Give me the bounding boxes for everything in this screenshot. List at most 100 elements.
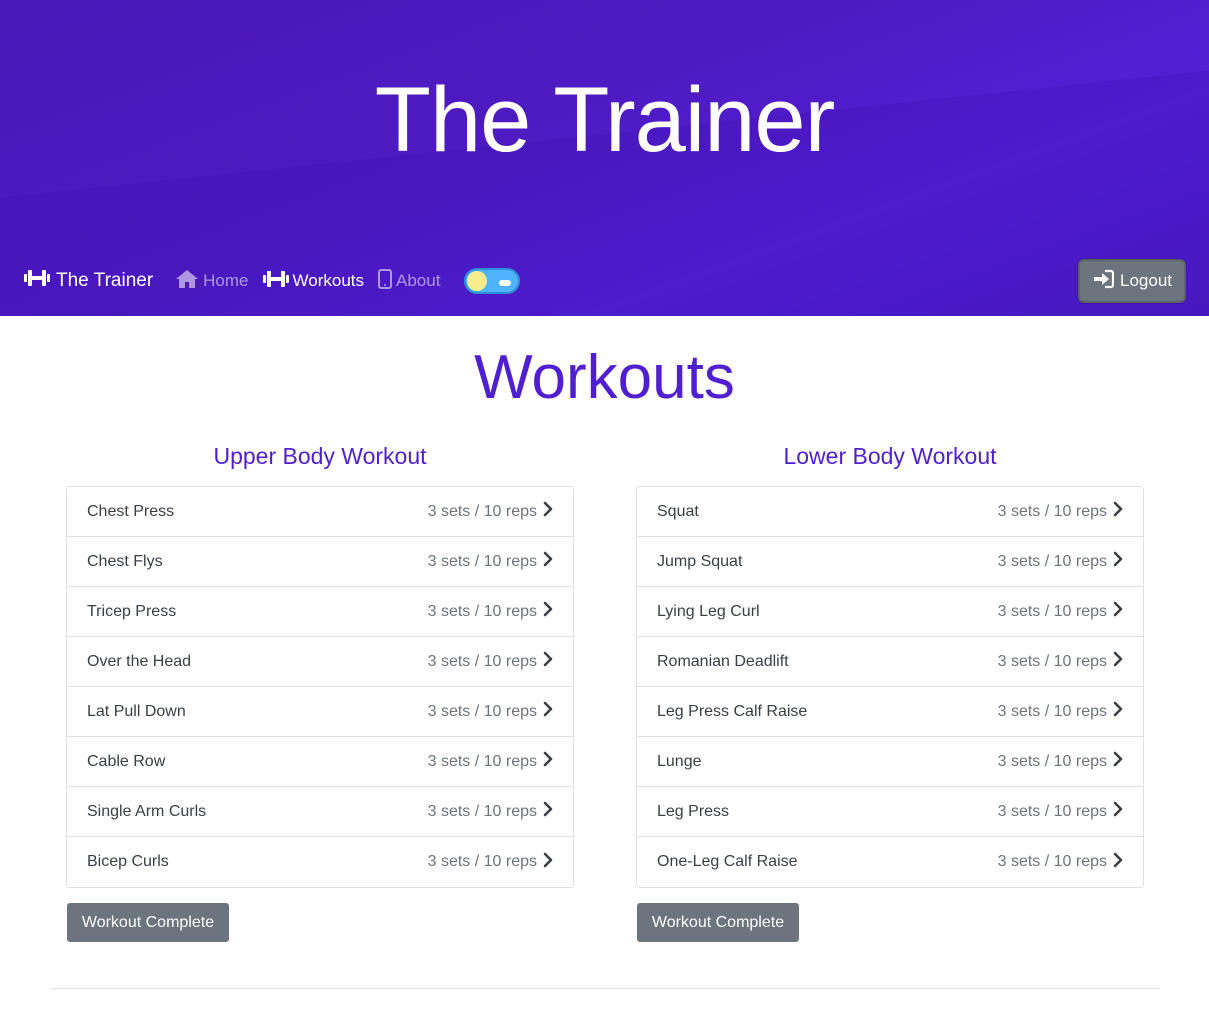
logout-label: Logout bbox=[1120, 271, 1172, 290]
exercise-detail: 3 sets / 10 reps bbox=[427, 502, 537, 520]
page-title: Workouts bbox=[474, 343, 735, 412]
chevron-right-icon bbox=[1113, 601, 1123, 622]
exercise-detail: 3 sets / 10 reps bbox=[997, 702, 1107, 720]
exercise-name: Chest Flys bbox=[87, 552, 163, 570]
exercise-detail: 3 sets / 10 reps bbox=[997, 502, 1107, 520]
exercise-detail: 3 sets / 10 reps bbox=[997, 552, 1107, 570]
list-item[interactable]: Single Arm Curls 3 sets / 10 reps bbox=[67, 787, 573, 837]
exercise-name: Lat Pull Down bbox=[87, 702, 186, 720]
exercise-detail-group: 3 sets / 10 reps bbox=[998, 651, 1123, 672]
exercise-name: Tricep Press bbox=[87, 602, 177, 620]
exercise-detail-group: 3 sets / 10 reps bbox=[998, 501, 1123, 522]
list-item[interactable]: Over the Head 3 sets / 10 reps bbox=[67, 637, 573, 687]
chevron-right-icon bbox=[543, 801, 553, 822]
exercise-detail: 3 sets / 10 reps bbox=[997, 602, 1107, 620]
exercise-detail: 3 sets / 10 reps bbox=[427, 602, 537, 620]
exercise-detail: 3 sets / 10 reps bbox=[427, 853, 537, 870]
list-item[interactable]: Chest Press 3 sets / 10 reps bbox=[67, 487, 573, 537]
exercise-name: Chest Press bbox=[87, 502, 175, 520]
exercise-detail-group: 3 sets / 10 reps bbox=[428, 801, 553, 822]
dumbbell-icon bbox=[24, 268, 50, 294]
exercise-detail-group: 3 sets / 10 reps bbox=[428, 751, 553, 772]
exercise-list: Squat 3 sets / 10 reps Jump Squat 3 sets / … bbox=[636, 486, 1144, 888]
nav-link-label: Workouts bbox=[292, 271, 365, 290]
list-item[interactable]: Chest Flys 3 sets / 10 reps bbox=[67, 537, 573, 587]
footer-divider bbox=[50, 988, 1160, 989]
list-item[interactable]: Jump Squat 3 sets / 10 reps bbox=[637, 537, 1143, 587]
exercise-detail-group: 3 sets / 10 reps bbox=[998, 551, 1123, 572]
exercise-detail: 3 sets / 10 reps bbox=[427, 752, 537, 770]
exercise-detail: 3 sets / 10 reps bbox=[997, 802, 1107, 820]
brand-label: The Trainer bbox=[56, 270, 154, 291]
exercise-detail: 3 sets / 10 reps bbox=[997, 853, 1107, 870]
nav-link-home[interactable]: Home bbox=[175, 269, 249, 294]
exercise-detail: 3 sets / 10 reps bbox=[427, 652, 537, 670]
chevron-right-icon bbox=[543, 701, 553, 722]
navbar-brand[interactable]: The Trainer bbox=[24, 268, 153, 294]
cloud-icon bbox=[499, 280, 512, 286]
workout-card-upper: Upper Body Workout Chest Press 3 sets / 1… bbox=[66, 440, 574, 942]
exercise-detail-group: 3 sets / 10 reps bbox=[428, 701, 553, 722]
hero-banner: The Trainer The Trainer Home Workouts Ab… bbox=[0, 0, 1209, 316]
chevron-right-icon bbox=[543, 601, 553, 622]
chevron-right-icon bbox=[543, 852, 553, 873]
exercise-name: Lying Leg Curl bbox=[657, 602, 760, 620]
list-item[interactable]: Romanian Deadlift 3 sets / 10 reps bbox=[637, 637, 1143, 687]
exercise-detail-group: 3 sets / 10 reps bbox=[998, 801, 1123, 822]
nav-link-label: Home bbox=[203, 271, 249, 290]
list-item[interactable]: Lunge 3 sets / 10 reps bbox=[637, 737, 1143, 787]
chevron-right-icon bbox=[1113, 701, 1123, 722]
chevron-right-icon bbox=[1113, 551, 1123, 572]
hero-title: The Trainer bbox=[374, 69, 835, 171]
list-item[interactable]: Tricep Press 3 sets / 10 reps bbox=[67, 587, 573, 637]
home-icon bbox=[175, 269, 199, 294]
nav-link-about[interactable]: About bbox=[378, 268, 441, 294]
chevron-right-icon bbox=[1113, 651, 1123, 672]
exercise-detail-group: 3 sets / 10 reps bbox=[998, 852, 1123, 873]
workout-card-lower: Lower Body Workout Squat 3 sets / 10 reps… bbox=[636, 440, 1144, 942]
exercise-name: Leg Press Calf Raise bbox=[657, 702, 808, 720]
workout-complete-button[interactable]: Workout Complete bbox=[637, 903, 799, 942]
workout-complete-button[interactable]: Workout Complete bbox=[67, 903, 229, 942]
exercise-name: Squat bbox=[657, 502, 699, 520]
workout-title: Upper Body Workout bbox=[213, 443, 427, 469]
list-item[interactable]: Leg Press 3 sets / 10 reps bbox=[637, 787, 1143, 837]
list-item[interactable]: Cable Row 3 sets / 10 reps bbox=[67, 737, 573, 787]
list-item[interactable]: Lying Leg Curl 3 sets / 10 reps bbox=[637, 587, 1143, 637]
chevron-right-icon bbox=[543, 501, 553, 522]
exercise-detail-group: 3 sets / 10 reps bbox=[428, 601, 553, 622]
mobile-icon bbox=[378, 268, 393, 294]
list-item[interactable]: Lat Pull Down 3 sets / 10 reps bbox=[67, 687, 573, 737]
exercise-detail-group: 3 sets / 10 reps bbox=[428, 501, 553, 522]
nav-link-label: About bbox=[396, 271, 441, 290]
list-item[interactable]: One-Leg Calf Raise 3 sets / 10 reps bbox=[637, 837, 1143, 887]
chevron-right-icon bbox=[1113, 801, 1123, 822]
exercise-name: One-Leg Calf Raise bbox=[657, 853, 798, 870]
nav-link-workouts[interactable]: Workouts bbox=[262, 269, 365, 294]
exercise-name: Lunge bbox=[657, 752, 702, 770]
sign-in-icon bbox=[1092, 269, 1115, 294]
exercise-detail-group: 3 sets / 10 reps bbox=[998, 601, 1123, 622]
exercise-detail: 3 sets / 10 reps bbox=[997, 652, 1107, 670]
exercise-detail-group: 3 sets / 10 reps bbox=[428, 651, 553, 672]
chevron-right-icon bbox=[1113, 501, 1123, 522]
list-item[interactable]: Bicep Curls 3 sets / 10 reps bbox=[67, 837, 573, 887]
exercise-detail: 3 sets / 10 reps bbox=[427, 802, 537, 820]
exercise-name: Over the Head bbox=[87, 652, 192, 670]
sun-icon bbox=[467, 271, 488, 291]
exercise-name: Romanian Deadlift bbox=[657, 652, 789, 670]
exercise-detail: 3 sets / 10 reps bbox=[997, 752, 1107, 770]
chevron-right-icon bbox=[543, 551, 553, 572]
chevron-right-icon bbox=[1113, 751, 1123, 772]
exercise-name: Cable Row bbox=[87, 752, 166, 770]
chevron-right-icon bbox=[543, 751, 553, 772]
exercise-name: Leg Press bbox=[657, 802, 730, 820]
exercise-name: Bicep Curls bbox=[87, 853, 169, 870]
theme-toggle[interactable] bbox=[464, 268, 521, 294]
list-item[interactable]: Squat 3 sets / 10 reps bbox=[637, 487, 1143, 537]
exercise-list: Chest Press 3 sets / 10 reps Chest Flys 3 s… bbox=[66, 486, 574, 888]
exercise-detail-group: 3 sets / 10 reps bbox=[428, 852, 553, 873]
exercise-detail: 3 sets / 10 reps bbox=[427, 702, 537, 720]
logout-button[interactable]: Logout bbox=[1078, 259, 1186, 303]
list-item[interactable]: Leg Press Calf Raise 3 sets / 10 reps bbox=[637, 687, 1143, 737]
